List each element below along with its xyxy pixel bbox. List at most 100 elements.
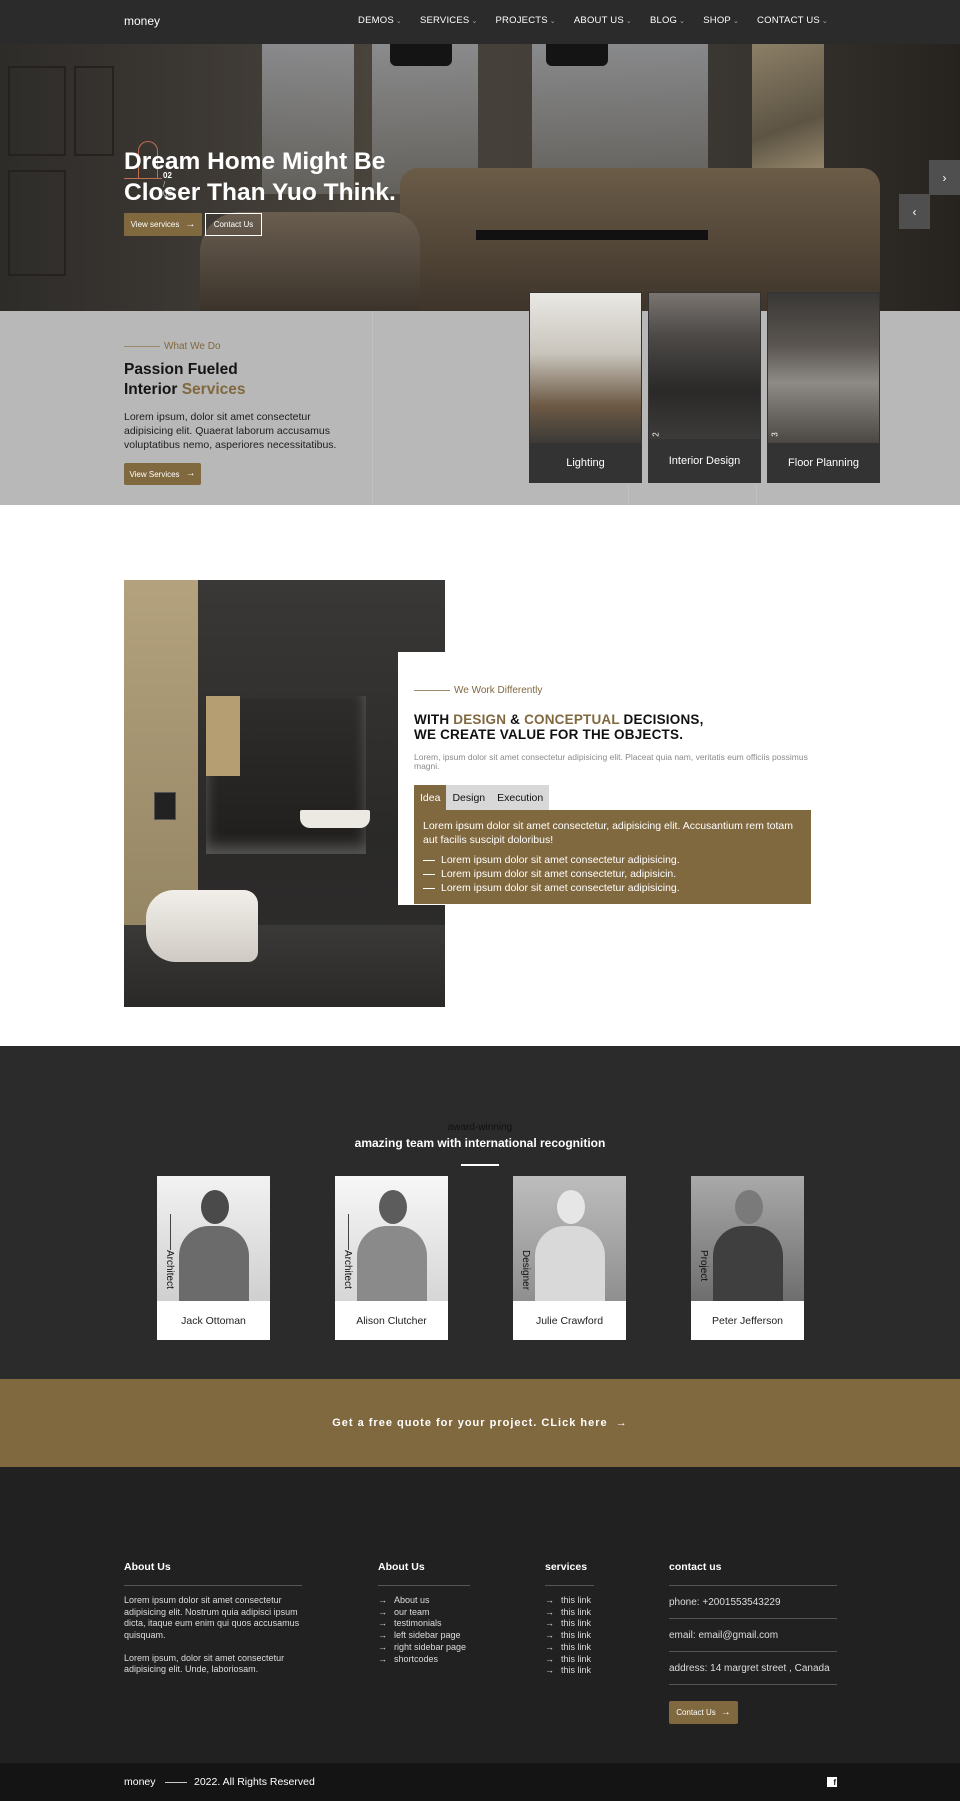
slider-next-button[interactable]: › [929,160,960,195]
nav-item-about-us[interactable]: ABOUT US ⌄ [574,15,632,26]
arrow-right-icon: → [545,1606,554,1617]
kicker-text: What We Do [164,341,221,352]
about-paragraph: Lorem ipsum dolor sit amet consectetur a… [124,1595,300,1640]
link-text: right sidebar page [394,1641,467,1652]
service-card-lighting[interactable]: Lighting [529,292,642,483]
link-text: About us [394,1595,430,1605]
team-member-card[interactable]: Designer Julie Crawford [513,1176,626,1340]
footer-rule [378,1585,470,1586]
section-kicker: We Work Differently [414,685,542,696]
team-heading: amazing team with international recognit… [354,1136,606,1150]
member-silhouette-body [535,1226,605,1301]
footer-link[interactable]: → this link [545,1642,591,1654]
list-item-text: Lorem ipsum dolor sit amet consectetur a… [441,854,680,866]
footer-link[interactable]: → this link [545,1665,591,1677]
team-member-card[interactable]: Project Peter Jefferson [691,1176,804,1340]
facebook-icon[interactable]: f [827,1777,837,1787]
service-card-floor-planning[interactable]: 3 Floor Planning [767,292,880,483]
contact-us-button[interactable]: Contact Us [205,213,262,236]
sink [300,810,370,828]
nav-item-shop[interactable]: SHOP ⌄ [703,15,739,26]
link-text: left sidebar page [394,1630,461,1641]
footer-link[interactable]: → this link [545,1618,591,1630]
team-member-card[interactable]: Architect Alison Clutcher [335,1176,448,1340]
service-card-interior-design[interactable]: 2 Interior Design [648,292,761,483]
footer-link[interactable]: → this link [545,1595,591,1607]
bathroom-image [124,580,445,1007]
button-label: Contact Us [676,1708,716,1717]
footer-links-title: About Us [378,1561,425,1573]
section-kicker: What We Do [124,341,221,352]
footer-contact-button[interactable]: Contact Us → [669,1701,738,1724]
arrow-right-icon: → [545,1618,554,1629]
nav-item-services[interactable]: SERVICES ⌄ [420,15,478,26]
site-footer: About Us Lorem ipsum dolor sit amet cons… [0,1467,960,1763]
member-silhouette-head [735,1190,763,1224]
service-image [768,293,879,443]
hero-coffee-table [476,230,708,240]
nav-item-demos[interactable]: DEMOS ⌄ [358,15,402,26]
site-logo[interactable]: money [124,14,160,28]
footer-link[interactable]: → shortcodes [378,1654,466,1666]
footer-about-title: About Us [124,1561,171,1573]
service-label: Interior Design [648,439,761,483]
title-accent: Services [181,381,246,398]
member-silhouette-head [201,1190,229,1224]
bottom-brand[interactable]: money [124,1776,156,1788]
nav-item-label: SHOP [703,15,731,26]
list-item-text: Lorem ipsum dolor sit amet consectetur, … [441,868,677,880]
member-role: Designer [520,1250,531,1291]
footer-link[interactable]: → this link [545,1654,591,1666]
tab-idea[interactable]: Idea [414,785,447,810]
button-label: View services [130,220,180,229]
footer-link[interactable]: → this link [545,1607,591,1619]
view-services-button[interactable]: View Services → [124,463,201,485]
link-text: testimonials [394,1618,442,1629]
footer-link[interactable]: → our team [378,1607,466,1619]
footer-link[interactable]: → testimonials [378,1618,466,1630]
chevron-down-icon: ⌄ [732,18,740,25]
member-role: Architect [164,1250,175,1289]
nav-item-label: SERVICES [419,15,470,26]
contact-phone: phone: +2001553543229 [669,1586,837,1619]
service-label: Lighting [529,443,642,483]
chevron-right-icon: › [942,170,947,185]
work-section: We Work Differently WITH DESIGN & CONCEP… [0,505,960,1046]
title-line: Passion Fueled [124,361,238,378]
nav-item-projects[interactable]: PROJECTS ⌄ [496,15,556,26]
chevron-down-icon: ⌄ [471,18,478,25]
nav-item-contact-us[interactable]: CONTACT US ⌄ [757,15,828,26]
footer-link[interactable]: → left sidebar page [378,1630,466,1642]
work-subtitle: Lorem, ipsum dolor sit amet consectetur … [414,752,808,771]
member-photo: Architect [335,1176,448,1301]
link-text: this link [561,1653,592,1664]
slider-prev-button[interactable]: ‹ [899,194,930,229]
service-number: 2 [651,432,661,437]
team-member-card[interactable]: Architect Jack Ottoman [157,1176,270,1340]
team-section: award-winning amazing team with internat… [0,1046,960,1379]
quote-link[interactable]: Get a free quote for your project. CLick… [0,1417,960,1429]
member-name: Peter Jefferson [711,1314,783,1327]
footer-link[interactable]: → About us [378,1595,466,1607]
tab-design[interactable]: Design [446,785,492,810]
chevron-down-icon: ⌄ [679,18,686,25]
arrow-right-icon: → [545,1641,554,1652]
hero-slider: 02 / 03 Dream Home Might Be Closer Than … [0,44,960,311]
service-label: Floor Planning [767,443,880,483]
view-services-button[interactable]: View services → [124,213,202,236]
nav-item-label: DEMOS [358,15,394,26]
service-image [530,293,641,443]
footer-link[interactable]: → right sidebar page [378,1642,466,1654]
list-item: Lorem ipsum dolor sit amet consectetur a… [423,853,802,867]
nav-item-blog[interactable]: BLOG ⌄ [650,15,685,26]
arrow-right-icon: → [378,1641,387,1652]
pendant-lamp [546,44,608,66]
tab-execution[interactable]: Execution [491,785,550,810]
footer-contact-title: contact us [669,1561,722,1573]
footer-link[interactable]: → this link [545,1630,591,1642]
arrow-right-icon: → [185,468,196,479]
kicker-text: We Work Differently [454,685,543,696]
chevron-down-icon: ⌄ [395,18,402,25]
arrow-right-icon: → [545,1653,554,1664]
nav-item-label: BLOG [649,15,678,26]
